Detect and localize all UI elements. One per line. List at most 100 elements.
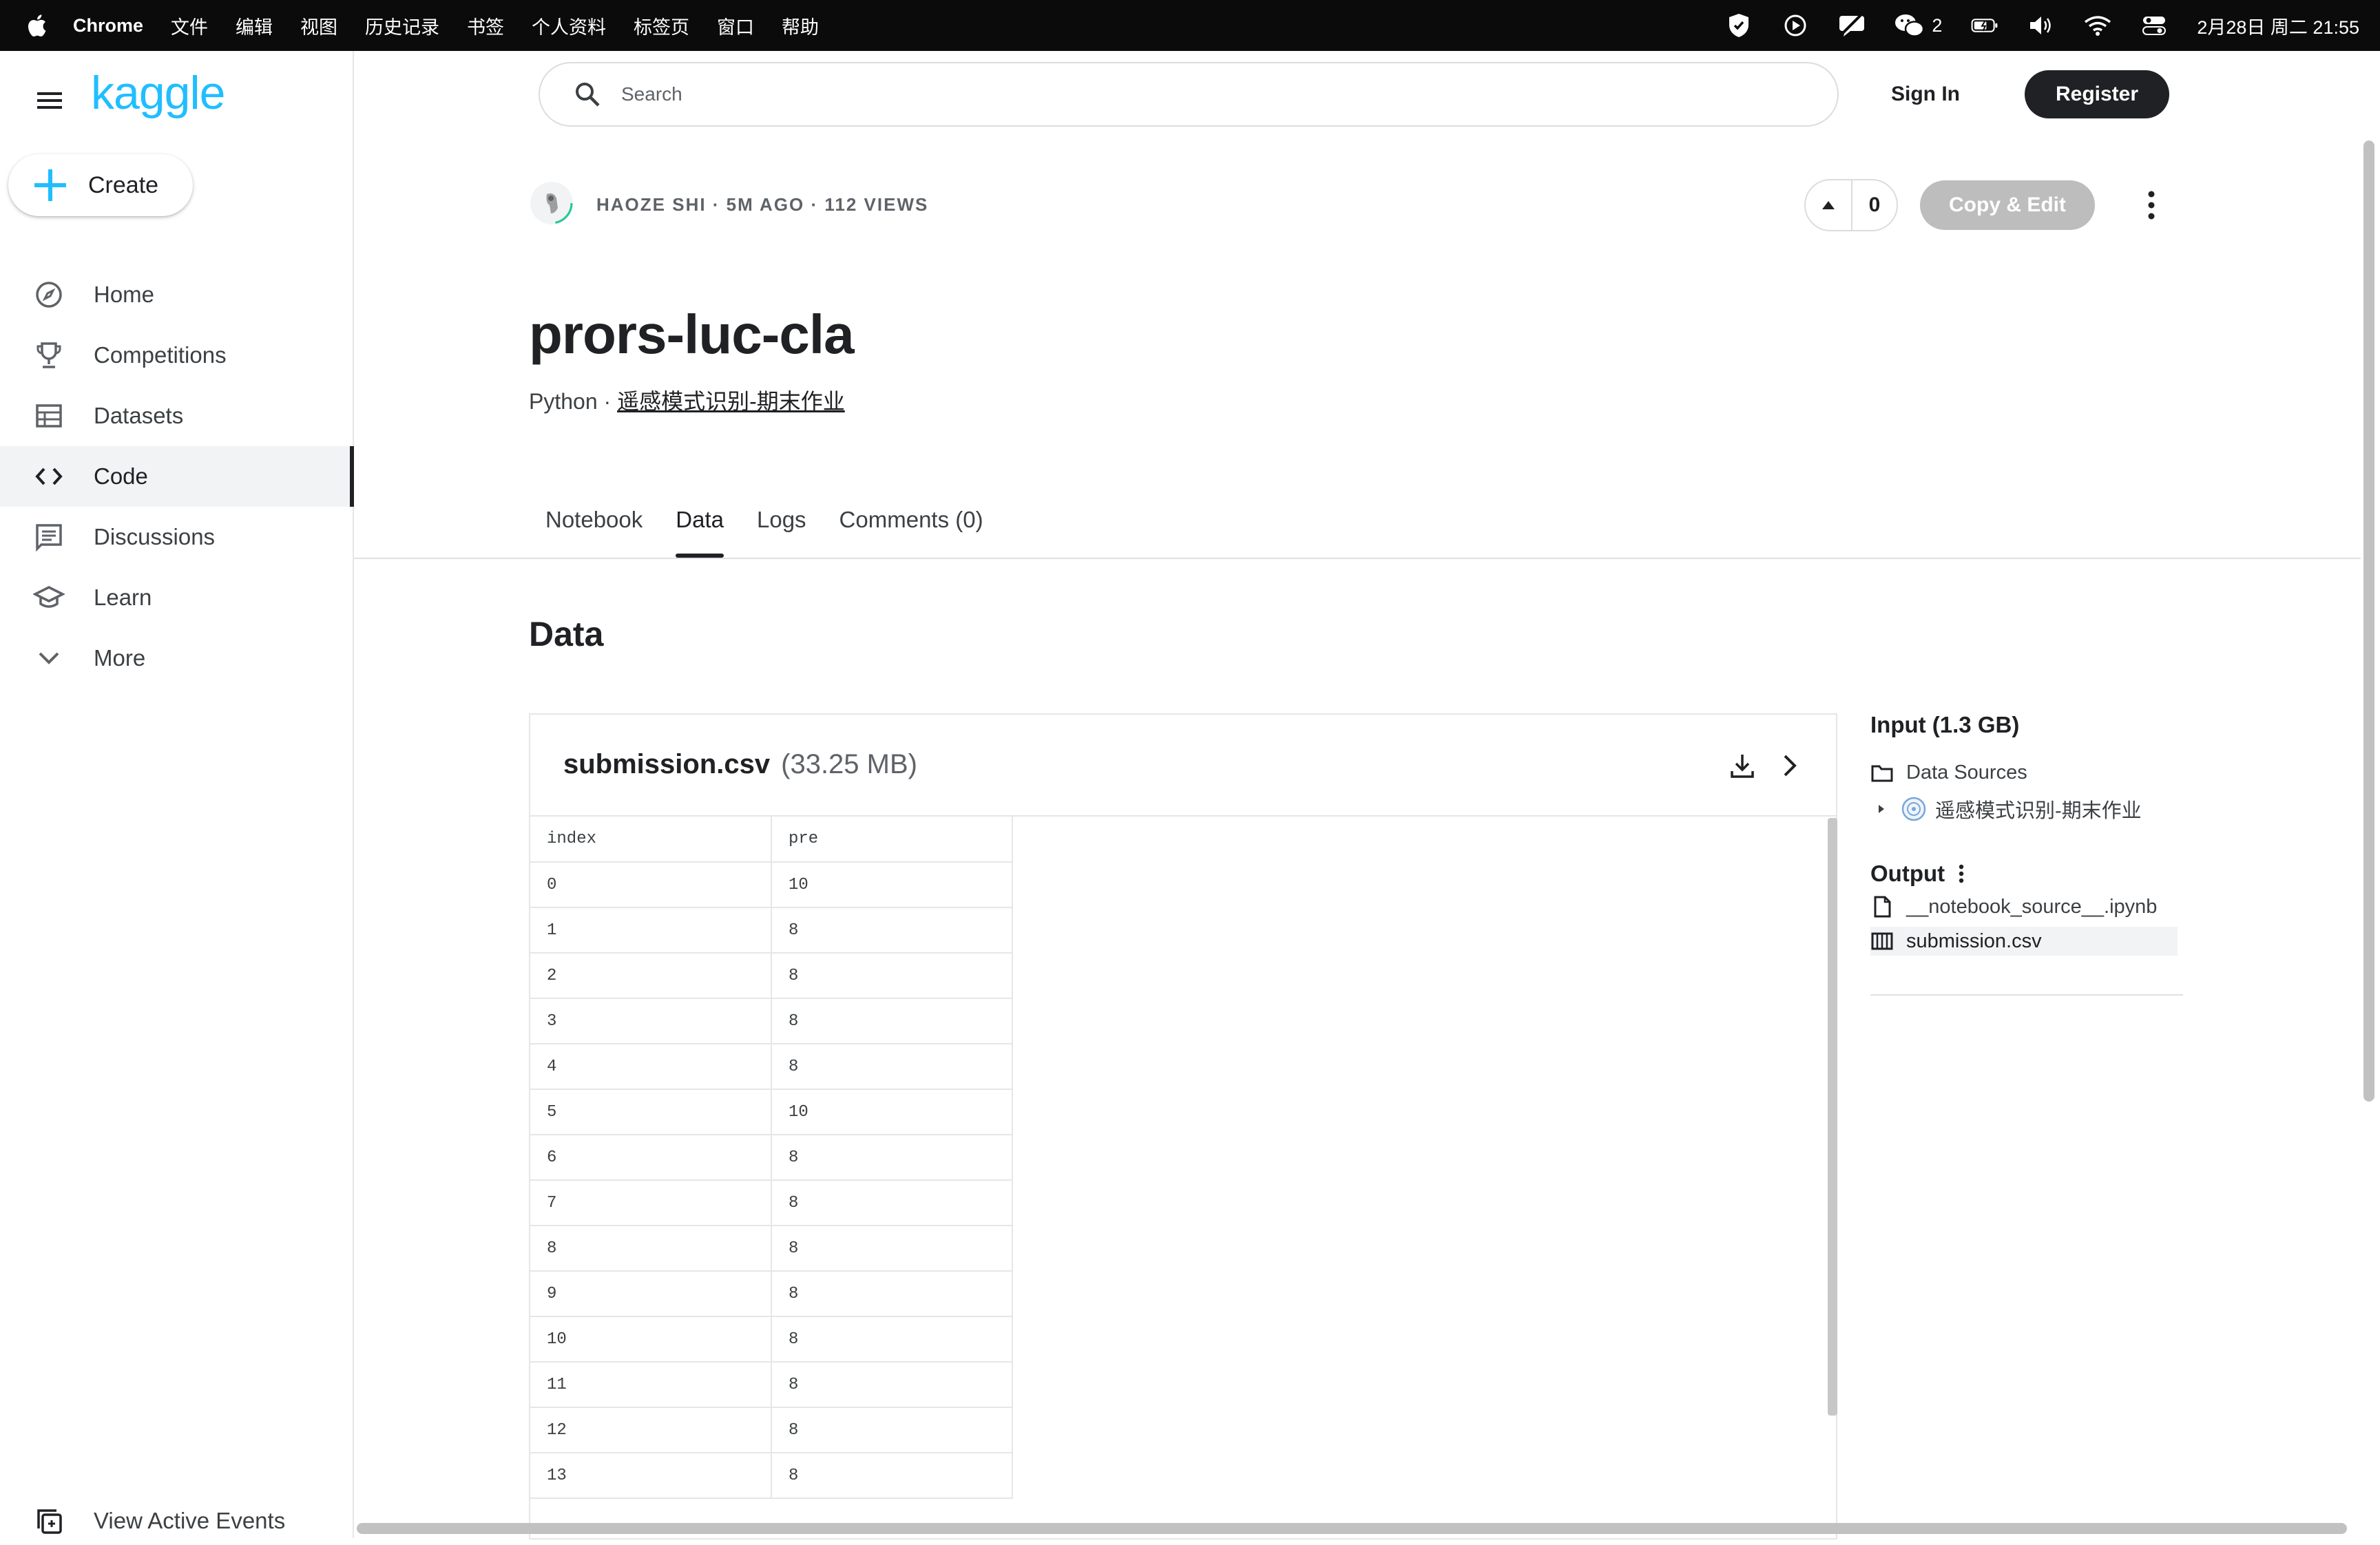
table-row: 11 8 [530,1362,1013,1408]
copy-and-edit-button[interactable]: Copy & Edit [1920,180,2095,230]
view-events-label: View Active Events [94,1508,286,1533]
table-cell: 10 [771,862,1013,908]
column-header[interactable]: index [530,817,772,863]
avatar-image [530,182,573,224]
sign-in-button[interactable]: Sign In [1887,77,1964,112]
output-more-icon[interactable] [1954,862,1968,885]
table-cell: 8 [530,1226,772,1272]
tab-data[interactable]: Data [659,507,740,558]
compass-icon [36,282,62,308]
menu-view[interactable]: 视图 [300,12,337,39]
table-cell: 8 [771,1362,1013,1408]
battery-icon[interactable] [1971,12,1998,39]
table-cell: 8 [771,1453,1013,1499]
menu-bookmarks[interactable]: 书签 [467,12,504,39]
table-icon [36,404,62,428]
menu-tabs[interactable]: 标签页 [634,12,689,39]
notebook-tabs: Notebook Data Logs Comments (0) [529,507,1000,558]
table-cell: 8 [771,1226,1013,1272]
table-cell: 13 [530,1453,772,1499]
output-file-notebook[interactable]: __notebook_source__.ipynb [1870,895,2157,918]
sidebar-item-discussions[interactable]: Discussions [0,507,353,567]
data-sources-label: Data Sources [1906,761,2027,784]
tab-notebook[interactable]: Notebook [529,507,659,558]
menu-profiles[interactable]: 个人资料 [532,12,606,39]
table-icon [1871,932,1893,950]
dataset-logo-icon [1901,797,1926,821]
download-icon[interactable] [1727,750,1757,781]
create-button[interactable]: Create [8,154,193,216]
sidebar-item-label: Home [94,282,155,307]
menu-help[interactable]: 帮助 [782,12,819,39]
file-preview-panel: submission.csv (33.25 MB) index pre 0 10 1… [529,713,1837,1539]
sidebar-item-code[interactable]: Code [0,446,354,507]
school-icon [33,586,65,608]
register-button[interactable]: Register [2025,70,2169,118]
output-file-submission[interactable]: submission.csv [1870,927,2178,956]
menu-file[interactable]: 文件 [171,12,208,39]
search-bar[interactable] [539,62,1839,127]
io-panel-divider [1870,994,2183,996]
menu-app-name[interactable]: Chrome [73,15,143,36]
table-row: 98 [530,1271,1013,1317]
data-sources-row[interactable]: Data Sources [1870,761,2027,784]
file-size: (33.25 MB) [781,749,917,779]
search-input[interactable] [620,83,1724,106]
data-source-name: 遥感模式识别-期末作业 [1935,800,2142,822]
chevron-right-icon[interactable] [1774,750,1804,781]
page-horizontal-scrollbar[interactable] [357,1523,2347,1534]
caret-right-icon [1879,805,1884,813]
competition-link[interactable]: 遥感模式识别-期末作业 [617,389,845,414]
shield-icon[interactable] [1725,12,1753,39]
data-source-item[interactable]: 遥感模式识别-期末作业 [1875,795,2142,823]
sidebar-item-learn[interactable]: Learn [0,567,353,628]
csv-preview-table: index pre 0 10 18 28 38 48 5 10 68 78 88 9… [530,817,1013,1499]
apple-icon[interactable] [26,14,47,37]
control-center-icon[interactable] [2140,12,2168,39]
menubar-status-area: 2 2月28日 周二 21:55 [1725,0,2359,51]
menu-history[interactable]: 历史记录 [365,12,439,39]
search-icon [576,83,600,107]
table-row: 88 [530,1226,1013,1272]
sidebar-item-label: Learn [94,585,152,610]
sidebar-item-home[interactable]: Home [0,264,353,325]
sidebar-item-datasets[interactable]: Datasets [0,386,353,446]
volume-icon[interactable] [2027,12,2055,39]
column-header[interactable]: pre [771,817,1013,863]
table-row: 38 [530,998,1013,1044]
table-row: 5 10 [530,1089,1013,1135]
table-cell: 8 [771,907,1013,954]
notification-icon[interactable] [1838,12,1866,39]
author-avatar[interactable] [530,182,573,224]
table-cell: 8 [771,1316,1013,1363]
tabs-divider [354,558,2361,559]
clock[interactable]: 2月28日 周二 21:55 [2197,12,2359,39]
upvote-button[interactable] [1806,180,1852,230]
table-row: 78 [530,1180,1013,1226]
wechat-status[interactable]: 2 [1894,12,1942,39]
more-options-icon[interactable] [2136,187,2167,223]
sidebar-item-label: Discussions [94,524,216,549]
tab-logs[interactable]: Logs [740,507,823,558]
sidebar-item-competitions[interactable]: Competitions [0,325,353,386]
output-file-name: submission.csv [1906,929,2042,952]
table-row: 13 8 [530,1453,1013,1499]
wifi-icon[interactable] [2084,12,2111,39]
table-row: 0 10 [530,862,1013,908]
page-vertical-scrollbar[interactable] [2363,140,2374,1102]
table-scrollbar[interactable] [1828,818,1837,1416]
kaggle-logo[interactable]: kaggle [91,66,225,120]
menu-edit[interactable]: 编辑 [236,12,273,39]
table-row: 12 8 [530,1407,1013,1453]
play-circle-icon[interactable] [1782,12,1809,39]
sidebar-item-more[interactable]: More [0,628,353,689]
table-cell: 8 [771,998,1013,1044]
caret-up-icon [1822,201,1835,209]
notebook-language: Python · [529,389,618,414]
file-preview-header: submission.csv (33.25 MB) [530,715,1836,817]
table-cell: 8 [771,1271,1013,1317]
hamburger-menu-icon[interactable] [34,85,65,116]
menu-window[interactable]: 窗口 [717,12,754,39]
table-cell: 8 [771,1135,1013,1181]
tab-comments[interactable]: Comments (0) [823,507,1000,558]
